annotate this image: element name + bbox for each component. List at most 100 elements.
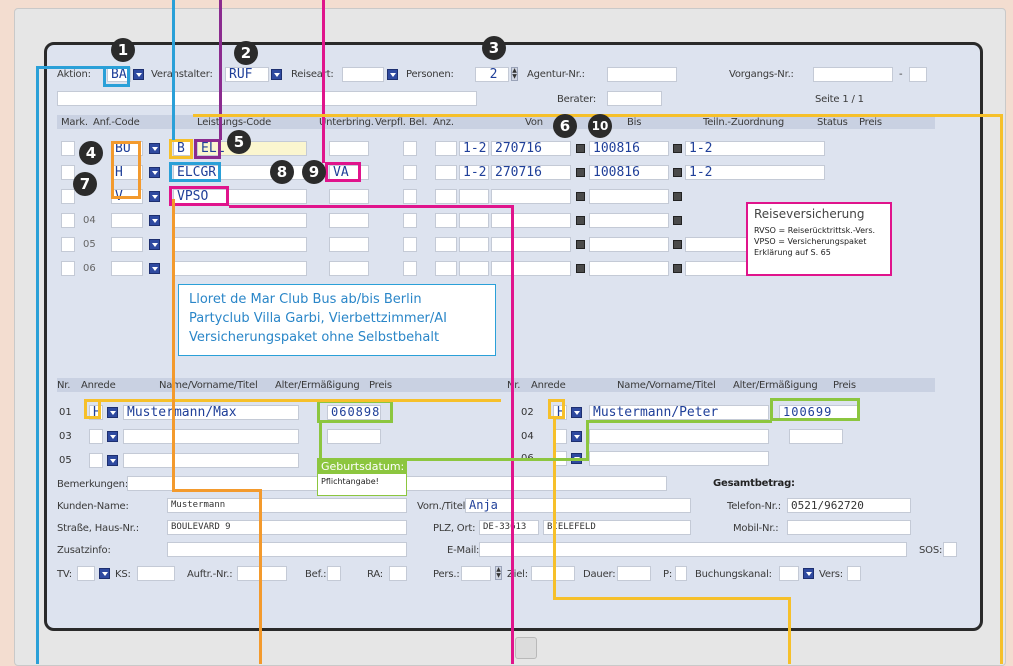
- vers-field[interactable]: [847, 566, 861, 581]
- von-field[interactable]: [491, 237, 571, 252]
- leistung-a-field[interactable]: [173, 237, 307, 252]
- mark-field[interactable]: [61, 165, 75, 180]
- name-field[interactable]: [123, 429, 299, 444]
- berater-field[interactable]: [607, 91, 662, 106]
- ort-field[interactable]: BIELEFELD: [543, 520, 691, 535]
- mark-field[interactable]: [61, 213, 75, 228]
- zusatzinfo-field[interactable]: [167, 542, 407, 557]
- reiseart-dropdown-icon[interactable]: [387, 69, 398, 80]
- calendar-icon[interactable]: [576, 168, 585, 177]
- bis-field[interactable]: 100816: [589, 165, 669, 180]
- veranstalter-field[interactable]: RUF: [225, 67, 269, 82]
- agentur-field[interactable]: [607, 67, 677, 82]
- anf-code-dropdown-icon[interactable]: [149, 191, 160, 202]
- sos-field[interactable]: [943, 542, 957, 557]
- anz-field[interactable]: [459, 237, 489, 252]
- anrede-dropdown-icon[interactable]: [107, 407, 118, 418]
- vorgang-suffix-field[interactable]: [909, 67, 927, 82]
- name-field[interactable]: Mustermann/Peter: [589, 405, 769, 420]
- verpfl-field[interactable]: [403, 141, 417, 156]
- anz-field[interactable]: 1-2: [459, 165, 489, 180]
- leistung-a-field[interactable]: [173, 213, 307, 228]
- bis-field[interactable]: [589, 261, 669, 276]
- anf-code-dropdown-icon[interactable]: [149, 263, 160, 274]
- calendar-icon[interactable]: [576, 216, 585, 225]
- plz-field[interactable]: DE-33613: [479, 520, 539, 535]
- mobil-field[interactable]: [787, 520, 911, 535]
- vorname-field[interactable]: Anja: [465, 498, 691, 513]
- alter-field[interactable]: [327, 429, 381, 444]
- mark-field[interactable]: [61, 189, 75, 204]
- name-field[interactable]: [589, 429, 769, 444]
- anrede-field[interactable]: [89, 429, 103, 444]
- bel-field[interactable]: [435, 261, 457, 276]
- anrede-dropdown-icon[interactable]: [571, 431, 582, 442]
- bis-field[interactable]: [589, 189, 669, 204]
- aktion-dropdown-icon[interactable]: [133, 69, 144, 80]
- bis-field[interactable]: 100816: [589, 141, 669, 156]
- anrede-field[interactable]: [89, 453, 103, 468]
- anz-field[interactable]: [459, 213, 489, 228]
- tv-dropdown-icon[interactable]: [99, 568, 110, 579]
- alter-field[interactable]: [789, 429, 843, 444]
- email-field[interactable]: [479, 542, 907, 557]
- unterbring-field[interactable]: [329, 213, 369, 228]
- anf-code-field[interactable]: [111, 237, 143, 252]
- calendar-icon[interactable]: [673, 240, 682, 249]
- pers-spinner[interactable]: ▲ ▼: [495, 566, 502, 580]
- mark-field[interactable]: [61, 261, 75, 276]
- anf-code-dropdown-icon[interactable]: [149, 239, 160, 250]
- von-field[interactable]: 270716: [491, 165, 571, 180]
- auftr-field[interactable]: [237, 566, 287, 581]
- bel-field[interactable]: [435, 165, 457, 180]
- personen-field[interactable]: 2: [475, 67, 509, 82]
- personen-spinner[interactable]: ▲ ▼: [511, 67, 518, 81]
- bel-field[interactable]: [435, 213, 457, 228]
- calendar-icon[interactable]: [576, 192, 585, 201]
- unterbring-field[interactable]: [329, 189, 369, 204]
- name-field[interactable]: [589, 451, 769, 466]
- bel-field[interactable]: [435, 141, 457, 156]
- ks-field[interactable]: [137, 566, 175, 581]
- calendar-icon[interactable]: [673, 264, 682, 273]
- von-field[interactable]: 270716: [491, 141, 571, 156]
- anf-code-dropdown-icon[interactable]: [149, 143, 160, 154]
- teiln-field[interactable]: 1-2: [685, 165, 825, 180]
- unterbring-field[interactable]: [329, 141, 369, 156]
- bis-field[interactable]: [589, 237, 669, 252]
- buchungskanal-dropdown-icon[interactable]: [803, 568, 814, 579]
- p-field[interactable]: [675, 566, 687, 581]
- pers-field[interactable]: [461, 566, 491, 581]
- unterbring-field[interactable]: [329, 237, 369, 252]
- anf-code-field[interactable]: [111, 213, 143, 228]
- bel-field[interactable]: [435, 237, 457, 252]
- name-field[interactable]: [123, 453, 299, 468]
- anz-field[interactable]: [459, 261, 489, 276]
- kunden-name-field[interactable]: Mustermann: [167, 498, 407, 513]
- verpfl-field[interactable]: [403, 189, 417, 204]
- anf-code-field[interactable]: [111, 261, 143, 276]
- bel-field[interactable]: [435, 189, 457, 204]
- anrede-dropdown-icon[interactable]: [571, 407, 582, 418]
- calendar-icon[interactable]: [576, 240, 585, 249]
- von-field[interactable]: [491, 213, 571, 228]
- calendar-icon[interactable]: [673, 216, 682, 225]
- leistung-a-field[interactable]: [173, 261, 307, 276]
- mark-field[interactable]: [61, 237, 75, 252]
- von-field[interactable]: [491, 261, 571, 276]
- teiln-field[interactable]: 1-2: [685, 141, 825, 156]
- bef-field[interactable]: [327, 566, 341, 581]
- reiseart-field[interactable]: [342, 67, 384, 82]
- dauer-field[interactable]: [617, 566, 651, 581]
- unterbring-field[interactable]: [329, 261, 369, 276]
- anz-field[interactable]: [459, 189, 489, 204]
- vorgang-field[interactable]: [813, 67, 893, 82]
- calendar-icon[interactable]: [673, 144, 682, 153]
- ra-field[interactable]: [389, 566, 407, 581]
- calendar-icon[interactable]: [576, 144, 585, 153]
- name-field[interactable]: Mustermann/Max: [123, 405, 299, 420]
- calendar-icon[interactable]: [673, 192, 682, 201]
- tv-field[interactable]: [77, 566, 95, 581]
- verpfl-field[interactable]: [403, 213, 417, 228]
- anrede-dropdown-icon[interactable]: [107, 455, 118, 466]
